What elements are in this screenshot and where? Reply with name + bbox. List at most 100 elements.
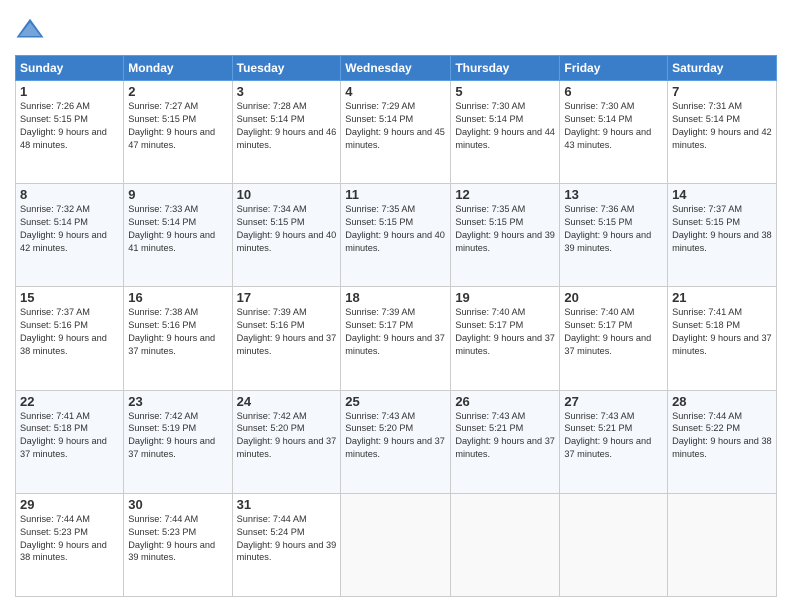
day-number: 15 [20,290,119,305]
day-number: 20 [564,290,663,305]
day-info: Sunrise: 7:36 AM Sunset: 5:15 PM Dayligh… [564,203,663,255]
day-number: 17 [237,290,337,305]
day-info: Sunrise: 7:43 AM Sunset: 5:21 PM Dayligh… [564,410,663,462]
day-cell [451,493,560,596]
day-number: 30 [128,497,227,512]
day-info: Sunrise: 7:43 AM Sunset: 5:20 PM Dayligh… [345,410,446,462]
day-cell: 24 Sunrise: 7:42 AM Sunset: 5:20 PM Dayl… [232,390,341,493]
day-number: 27 [564,394,663,409]
day-cell: 25 Sunrise: 7:43 AM Sunset: 5:20 PM Dayl… [341,390,451,493]
day-number: 12 [455,187,555,202]
day-info: Sunrise: 7:33 AM Sunset: 5:14 PM Dayligh… [128,203,227,255]
col-header-thursday: Thursday [451,56,560,81]
day-cell: 27 Sunrise: 7:43 AM Sunset: 5:21 PM Dayl… [560,390,668,493]
col-header-sunday: Sunday [16,56,124,81]
day-cell: 16 Sunrise: 7:38 AM Sunset: 5:16 PM Dayl… [124,287,232,390]
day-info: Sunrise: 7:44 AM Sunset: 5:23 PM Dayligh… [20,513,119,565]
day-cell: 3 Sunrise: 7:28 AM Sunset: 5:14 PM Dayli… [232,81,341,184]
day-cell: 26 Sunrise: 7:43 AM Sunset: 5:21 PM Dayl… [451,390,560,493]
day-cell: 28 Sunrise: 7:44 AM Sunset: 5:22 PM Dayl… [668,390,777,493]
day-cell: 6 Sunrise: 7:30 AM Sunset: 5:14 PM Dayli… [560,81,668,184]
day-cell: 31 Sunrise: 7:44 AM Sunset: 5:24 PM Dayl… [232,493,341,596]
day-info: Sunrise: 7:37 AM Sunset: 5:16 PM Dayligh… [20,306,119,358]
day-cell: 1 Sunrise: 7:26 AM Sunset: 5:15 PM Dayli… [16,81,124,184]
week-row-2: 8 Sunrise: 7:32 AM Sunset: 5:14 PM Dayli… [16,184,777,287]
day-cell: 30 Sunrise: 7:44 AM Sunset: 5:23 PM Dayl… [124,493,232,596]
logo-icon [15,15,45,45]
day-info: Sunrise: 7:44 AM Sunset: 5:23 PM Dayligh… [128,513,227,565]
day-number: 16 [128,290,227,305]
day-cell: 22 Sunrise: 7:41 AM Sunset: 5:18 PM Dayl… [16,390,124,493]
day-info: Sunrise: 7:40 AM Sunset: 5:17 PM Dayligh… [455,306,555,358]
day-cell: 10 Sunrise: 7:34 AM Sunset: 5:15 PM Dayl… [232,184,341,287]
day-number: 23 [128,394,227,409]
day-info: Sunrise: 7:35 AM Sunset: 5:15 PM Dayligh… [345,203,446,255]
day-number: 11 [345,187,446,202]
day-cell: 15 Sunrise: 7:37 AM Sunset: 5:16 PM Dayl… [16,287,124,390]
day-cell: 5 Sunrise: 7:30 AM Sunset: 5:14 PM Dayli… [451,81,560,184]
day-cell: 20 Sunrise: 7:40 AM Sunset: 5:17 PM Dayl… [560,287,668,390]
day-number: 22 [20,394,119,409]
col-header-wednesday: Wednesday [341,56,451,81]
day-info: Sunrise: 7:39 AM Sunset: 5:17 PM Dayligh… [345,306,446,358]
page: SundayMondayTuesdayWednesdayThursdayFrid… [0,0,792,612]
day-number: 6 [564,84,663,99]
day-info: Sunrise: 7:37 AM Sunset: 5:15 PM Dayligh… [672,203,772,255]
day-number: 19 [455,290,555,305]
day-number: 28 [672,394,772,409]
day-cell [668,493,777,596]
day-cell: 23 Sunrise: 7:42 AM Sunset: 5:19 PM Dayl… [124,390,232,493]
day-info: Sunrise: 7:32 AM Sunset: 5:14 PM Dayligh… [20,203,119,255]
day-number: 18 [345,290,446,305]
day-cell: 9 Sunrise: 7:33 AM Sunset: 5:14 PM Dayli… [124,184,232,287]
calendar: SundayMondayTuesdayWednesdayThursdayFrid… [15,55,777,597]
day-cell: 7 Sunrise: 7:31 AM Sunset: 5:14 PM Dayli… [668,81,777,184]
day-number: 7 [672,84,772,99]
logo [15,15,50,45]
day-number: 31 [237,497,337,512]
day-number: 9 [128,187,227,202]
day-number: 13 [564,187,663,202]
day-cell: 4 Sunrise: 7:29 AM Sunset: 5:14 PM Dayli… [341,81,451,184]
day-cell: 18 Sunrise: 7:39 AM Sunset: 5:17 PM Dayl… [341,287,451,390]
day-number: 4 [345,84,446,99]
week-row-3: 15 Sunrise: 7:37 AM Sunset: 5:16 PM Dayl… [16,287,777,390]
day-number: 1 [20,84,119,99]
day-number: 21 [672,290,772,305]
day-number: 29 [20,497,119,512]
day-info: Sunrise: 7:34 AM Sunset: 5:15 PM Dayligh… [237,203,337,255]
day-cell [560,493,668,596]
day-info: Sunrise: 7:43 AM Sunset: 5:21 PM Dayligh… [455,410,555,462]
day-cell [341,493,451,596]
day-info: Sunrise: 7:29 AM Sunset: 5:14 PM Dayligh… [345,100,446,152]
day-info: Sunrise: 7:40 AM Sunset: 5:17 PM Dayligh… [564,306,663,358]
day-number: 8 [20,187,119,202]
day-cell: 11 Sunrise: 7:35 AM Sunset: 5:15 PM Dayl… [341,184,451,287]
day-info: Sunrise: 7:39 AM Sunset: 5:16 PM Dayligh… [237,306,337,358]
day-number: 25 [345,394,446,409]
day-info: Sunrise: 7:38 AM Sunset: 5:16 PM Dayligh… [128,306,227,358]
day-number: 2 [128,84,227,99]
day-cell: 12 Sunrise: 7:35 AM Sunset: 5:15 PM Dayl… [451,184,560,287]
day-info: Sunrise: 7:30 AM Sunset: 5:14 PM Dayligh… [455,100,555,152]
week-row-4: 22 Sunrise: 7:41 AM Sunset: 5:18 PM Dayl… [16,390,777,493]
col-header-monday: Monday [124,56,232,81]
day-info: Sunrise: 7:27 AM Sunset: 5:15 PM Dayligh… [128,100,227,152]
day-cell: 8 Sunrise: 7:32 AM Sunset: 5:14 PM Dayli… [16,184,124,287]
day-info: Sunrise: 7:31 AM Sunset: 5:14 PM Dayligh… [672,100,772,152]
day-info: Sunrise: 7:41 AM Sunset: 5:18 PM Dayligh… [20,410,119,462]
day-number: 3 [237,84,337,99]
day-info: Sunrise: 7:30 AM Sunset: 5:14 PM Dayligh… [564,100,663,152]
day-number: 26 [455,394,555,409]
day-number: 10 [237,187,337,202]
day-info: Sunrise: 7:44 AM Sunset: 5:22 PM Dayligh… [672,410,772,462]
col-header-tuesday: Tuesday [232,56,341,81]
day-info: Sunrise: 7:41 AM Sunset: 5:18 PM Dayligh… [672,306,772,358]
header-row: SundayMondayTuesdayWednesdayThursdayFrid… [16,56,777,81]
day-number: 5 [455,84,555,99]
day-cell: 13 Sunrise: 7:36 AM Sunset: 5:15 PM Dayl… [560,184,668,287]
day-cell: 2 Sunrise: 7:27 AM Sunset: 5:15 PM Dayli… [124,81,232,184]
day-cell: 19 Sunrise: 7:40 AM Sunset: 5:17 PM Dayl… [451,287,560,390]
day-cell: 21 Sunrise: 7:41 AM Sunset: 5:18 PM Dayl… [668,287,777,390]
day-cell: 14 Sunrise: 7:37 AM Sunset: 5:15 PM Dayl… [668,184,777,287]
